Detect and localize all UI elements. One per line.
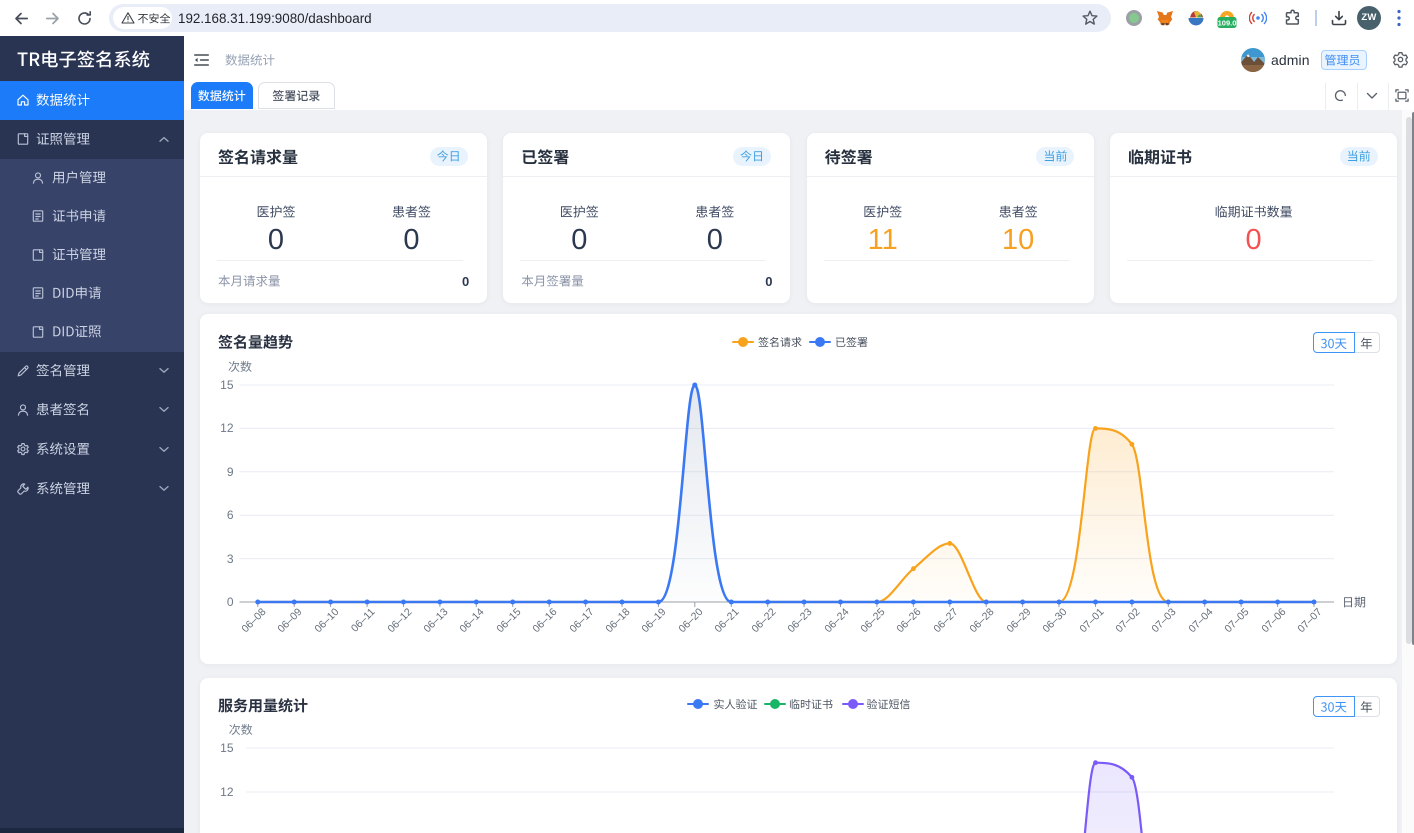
svg-text:109.0: 109.0 (1218, 18, 1237, 27)
